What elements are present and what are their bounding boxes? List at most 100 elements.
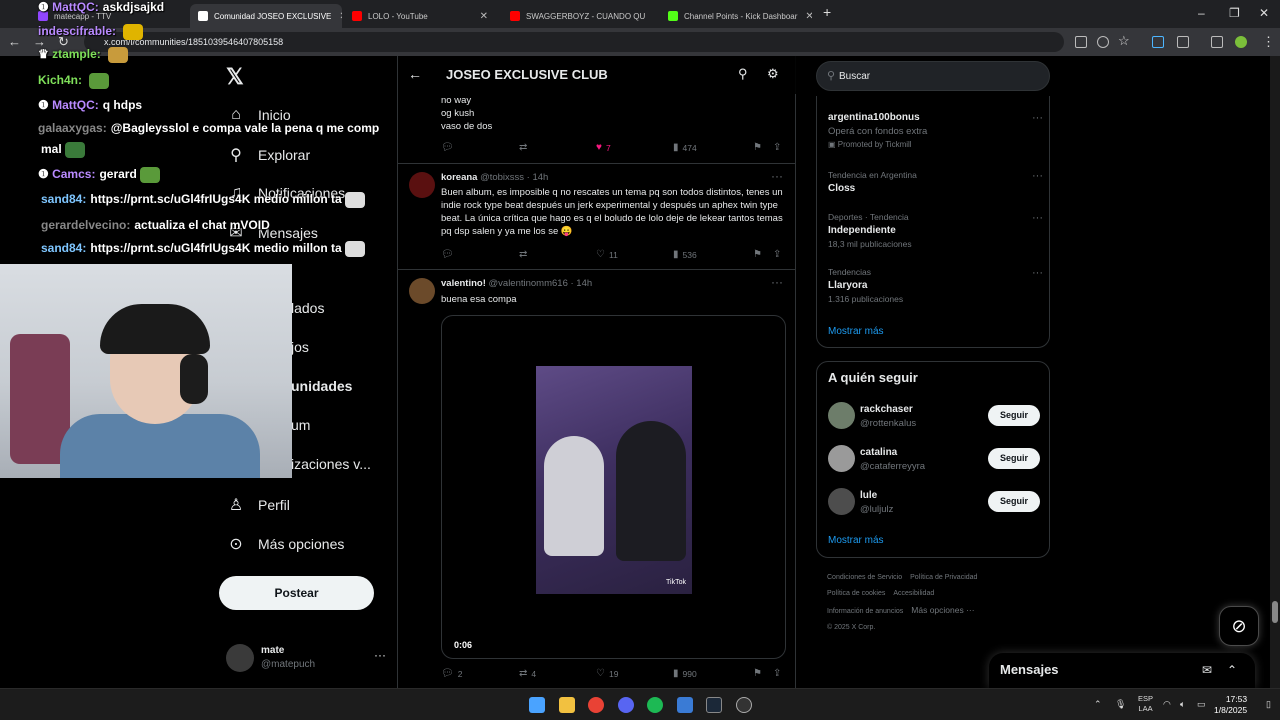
show-more-follow-link[interactable]: Mostrar más bbox=[828, 535, 884, 546]
file-explorer-icon[interactable] bbox=[559, 697, 575, 713]
trend-item[interactable]: argentina100bonus Operá con fondos extra… bbox=[828, 112, 1043, 149]
like-button[interactable]: ♡ 19 bbox=[596, 668, 618, 679]
sidebar-icon[interactable] bbox=[1211, 36, 1223, 48]
search-icon[interactable]: ⚲ bbox=[738, 66, 748, 82]
close-window-icon[interactable]: ✕ bbox=[1259, 6, 1269, 20]
views-button[interactable]: ▮ 536 bbox=[673, 249, 697, 260]
menu-icon[interactable]: ⋮ bbox=[1262, 34, 1275, 50]
volume-icon[interactable]: 🔈︎ bbox=[1180, 699, 1185, 710]
bookmark-button[interactable]: ⚑ bbox=[753, 668, 766, 679]
follow-button[interactable]: Seguir bbox=[988, 448, 1040, 469]
badge-icon: ❶ bbox=[38, 0, 53, 14]
back-icon[interactable]: ← bbox=[8, 34, 21, 49]
messages-drawer[interactable]: Mensajes ✉ ⌃ bbox=[989, 653, 1255, 688]
tweet[interactable]: no way og kush vaso de dos 💬︎ ⇄ ♥ 7 ▮ 474 … bbox=[398, 94, 795, 164]
chevron-up-icon[interactable]: ⌃ bbox=[1227, 663, 1237, 677]
notifications-icon[interactable]: ▯ bbox=[1266, 699, 1271, 710]
account-switcher[interactable]: mate @matepuch ··· bbox=[226, 642, 386, 676]
chat-message: ❶ Camcs: gerard bbox=[38, 167, 160, 183]
chevron-up-icon[interactable]: ⌃ bbox=[1094, 699, 1102, 710]
more-icon[interactable]: ··· bbox=[1032, 212, 1043, 224]
tweet[interactable]: valentino! @valentinomm616 · 14h ··· bue… bbox=[398, 270, 795, 690]
views-button[interactable]: ▮ 474 bbox=[673, 142, 697, 153]
nav-more-options[interactable]: ⊙ Más opciones bbox=[226, 534, 344, 554]
profile-avatar-icon[interactable] bbox=[1235, 36, 1247, 48]
bookmark-button[interactable]: ⚑ bbox=[753, 249, 766, 260]
like-button[interactable]: ♥ 7 bbox=[596, 142, 611, 153]
tab-kick-dashboard[interactable]: Channel Points - Kick Dashboar ✕ bbox=[660, 4, 812, 28]
search-icon: ⚲ bbox=[827, 70, 836, 82]
mic-icon[interactable]: 🎙︎ bbox=[1115, 699, 1126, 710]
share-button[interactable]: ⇪ bbox=[773, 142, 785, 153]
follow-suggestion[interactable]: lule @luljulz Seguir bbox=[828, 488, 1040, 518]
kick-icon bbox=[668, 11, 678, 21]
cast-icon[interactable] bbox=[1075, 36, 1087, 48]
new-message-icon[interactable]: ✉ bbox=[1202, 663, 1212, 677]
new-tab-icon[interactable]: + bbox=[823, 4, 831, 20]
close-tab-icon[interactable]: ✕ bbox=[645, 11, 654, 22]
obs-icon[interactable] bbox=[736, 697, 752, 713]
repost-button[interactable]: ⇄ 4 bbox=[519, 668, 536, 679]
trend-item[interactable]: Tendencia en Argentina Closs ··· bbox=[828, 170, 1043, 194]
eye-off-icon[interactable] bbox=[1097, 36, 1109, 48]
discord-icon[interactable] bbox=[618, 697, 634, 713]
share-button[interactable]: ⇪ bbox=[773, 249, 785, 260]
tweet[interactable]: koreana @tobixsss · 14h ··· Buen album, … bbox=[398, 164, 795, 270]
steam-icon[interactable] bbox=[706, 697, 722, 713]
follow-button[interactable]: Seguir bbox=[988, 405, 1040, 426]
grok-icon: ⊘ bbox=[1231, 616, 1247, 636]
grok-button[interactable]: ⊘ bbox=[1219, 606, 1259, 646]
follow-suggestion[interactable]: catalina @cataferreyyra Seguir bbox=[828, 445, 1040, 475]
webcam-overlay bbox=[0, 264, 292, 478]
nav-premium[interactable]: um bbox=[291, 417, 310, 433]
nav-verified-orgs[interactable]: izaciones v... bbox=[291, 456, 371, 472]
maximize-icon[interactable]: ❐ bbox=[1229, 6, 1240, 20]
system-clock[interactable]: 17:53 1/8/2025 bbox=[1214, 694, 1247, 716]
video-player[interactable]: TikTok 0:06 bbox=[441, 315, 786, 659]
app-icon[interactable] bbox=[677, 697, 693, 713]
more-icon[interactable]: ··· bbox=[1032, 267, 1043, 279]
close-tab-icon[interactable]: ✕ bbox=[797, 11, 812, 22]
gear-icon[interactable]: ⚙ bbox=[767, 66, 779, 82]
minimize-icon[interactable]: – bbox=[1198, 6, 1205, 20]
battery-icon[interactable]: ▭ bbox=[1197, 699, 1206, 710]
reply-button[interactable]: 💬︎ 2 bbox=[441, 668, 462, 679]
reply-button[interactable]: 💬︎ bbox=[441, 142, 458, 153]
bookmark-button[interactable]: ⚑ bbox=[753, 142, 766, 153]
search-input[interactable]: ⚲ Buscar bbox=[816, 61, 1050, 91]
more-icon[interactable]: ··· bbox=[771, 169, 783, 183]
show-more-trends-link[interactable]: Mostrar más bbox=[828, 326, 884, 337]
nav-communities[interactable]: unidades bbox=[291, 378, 352, 394]
language-indicator[interactable]: ESP LAA bbox=[1138, 694, 1153, 714]
chrome-icon[interactable] bbox=[588, 697, 604, 713]
reply-button[interactable]: 💬︎ bbox=[441, 249, 458, 260]
spotify-icon[interactable] bbox=[647, 697, 663, 713]
trend-item[interactable]: Tendencias Llaryora 1.316 publicaciones … bbox=[828, 267, 1043, 304]
share-button[interactable]: ⇪ bbox=[773, 668, 785, 679]
more-icon[interactable]: ··· bbox=[1032, 112, 1043, 124]
post-button[interactable]: Postear bbox=[219, 576, 374, 610]
tab-youtube-swaggerboyz[interactable]: SWAGGERBOYZ - CUANDO QU ✕ bbox=[502, 4, 654, 28]
nav-bookmarks[interactable]: lados bbox=[291, 300, 324, 316]
trend-item[interactable]: Deportes · Tendencia Independiente 18,3 … bbox=[828, 212, 1043, 249]
chat-message: ♛ ztample: bbox=[38, 47, 128, 63]
wifi-icon[interactable]: ◠ bbox=[1163, 699, 1171, 710]
close-tab-icon[interactable]: ✕ bbox=[472, 11, 488, 22]
windows-start-icon[interactable] bbox=[529, 697, 545, 713]
repost-button[interactable]: ⇄ bbox=[519, 249, 531, 260]
views-button[interactable]: ▮ 990 bbox=[673, 668, 697, 679]
more-icon[interactable]: ··· bbox=[771, 275, 783, 289]
star-icon[interactable]: ☆ bbox=[1118, 33, 1130, 49]
nav-profile[interactable]: ♙ Perfil bbox=[226, 495, 290, 515]
repost-button[interactable]: ⇄ bbox=[519, 142, 531, 153]
puzzle-icon[interactable] bbox=[1177, 36, 1189, 48]
scrollbar[interactable] bbox=[1270, 56, 1280, 688]
extension-icon[interactable] bbox=[1152, 36, 1164, 48]
nav-jobs[interactable]: jos bbox=[291, 339, 309, 355]
back-arrow-icon[interactable]: ← bbox=[408, 66, 422, 82]
like-button[interactable]: ♡ 11 bbox=[596, 249, 618, 260]
avatar bbox=[409, 278, 435, 304]
more-icon[interactable]: ··· bbox=[1032, 170, 1043, 182]
follow-suggestion[interactable]: rackchaser @rottenkalus Seguir bbox=[828, 402, 1040, 432]
follow-button[interactable]: Seguir bbox=[988, 491, 1040, 512]
